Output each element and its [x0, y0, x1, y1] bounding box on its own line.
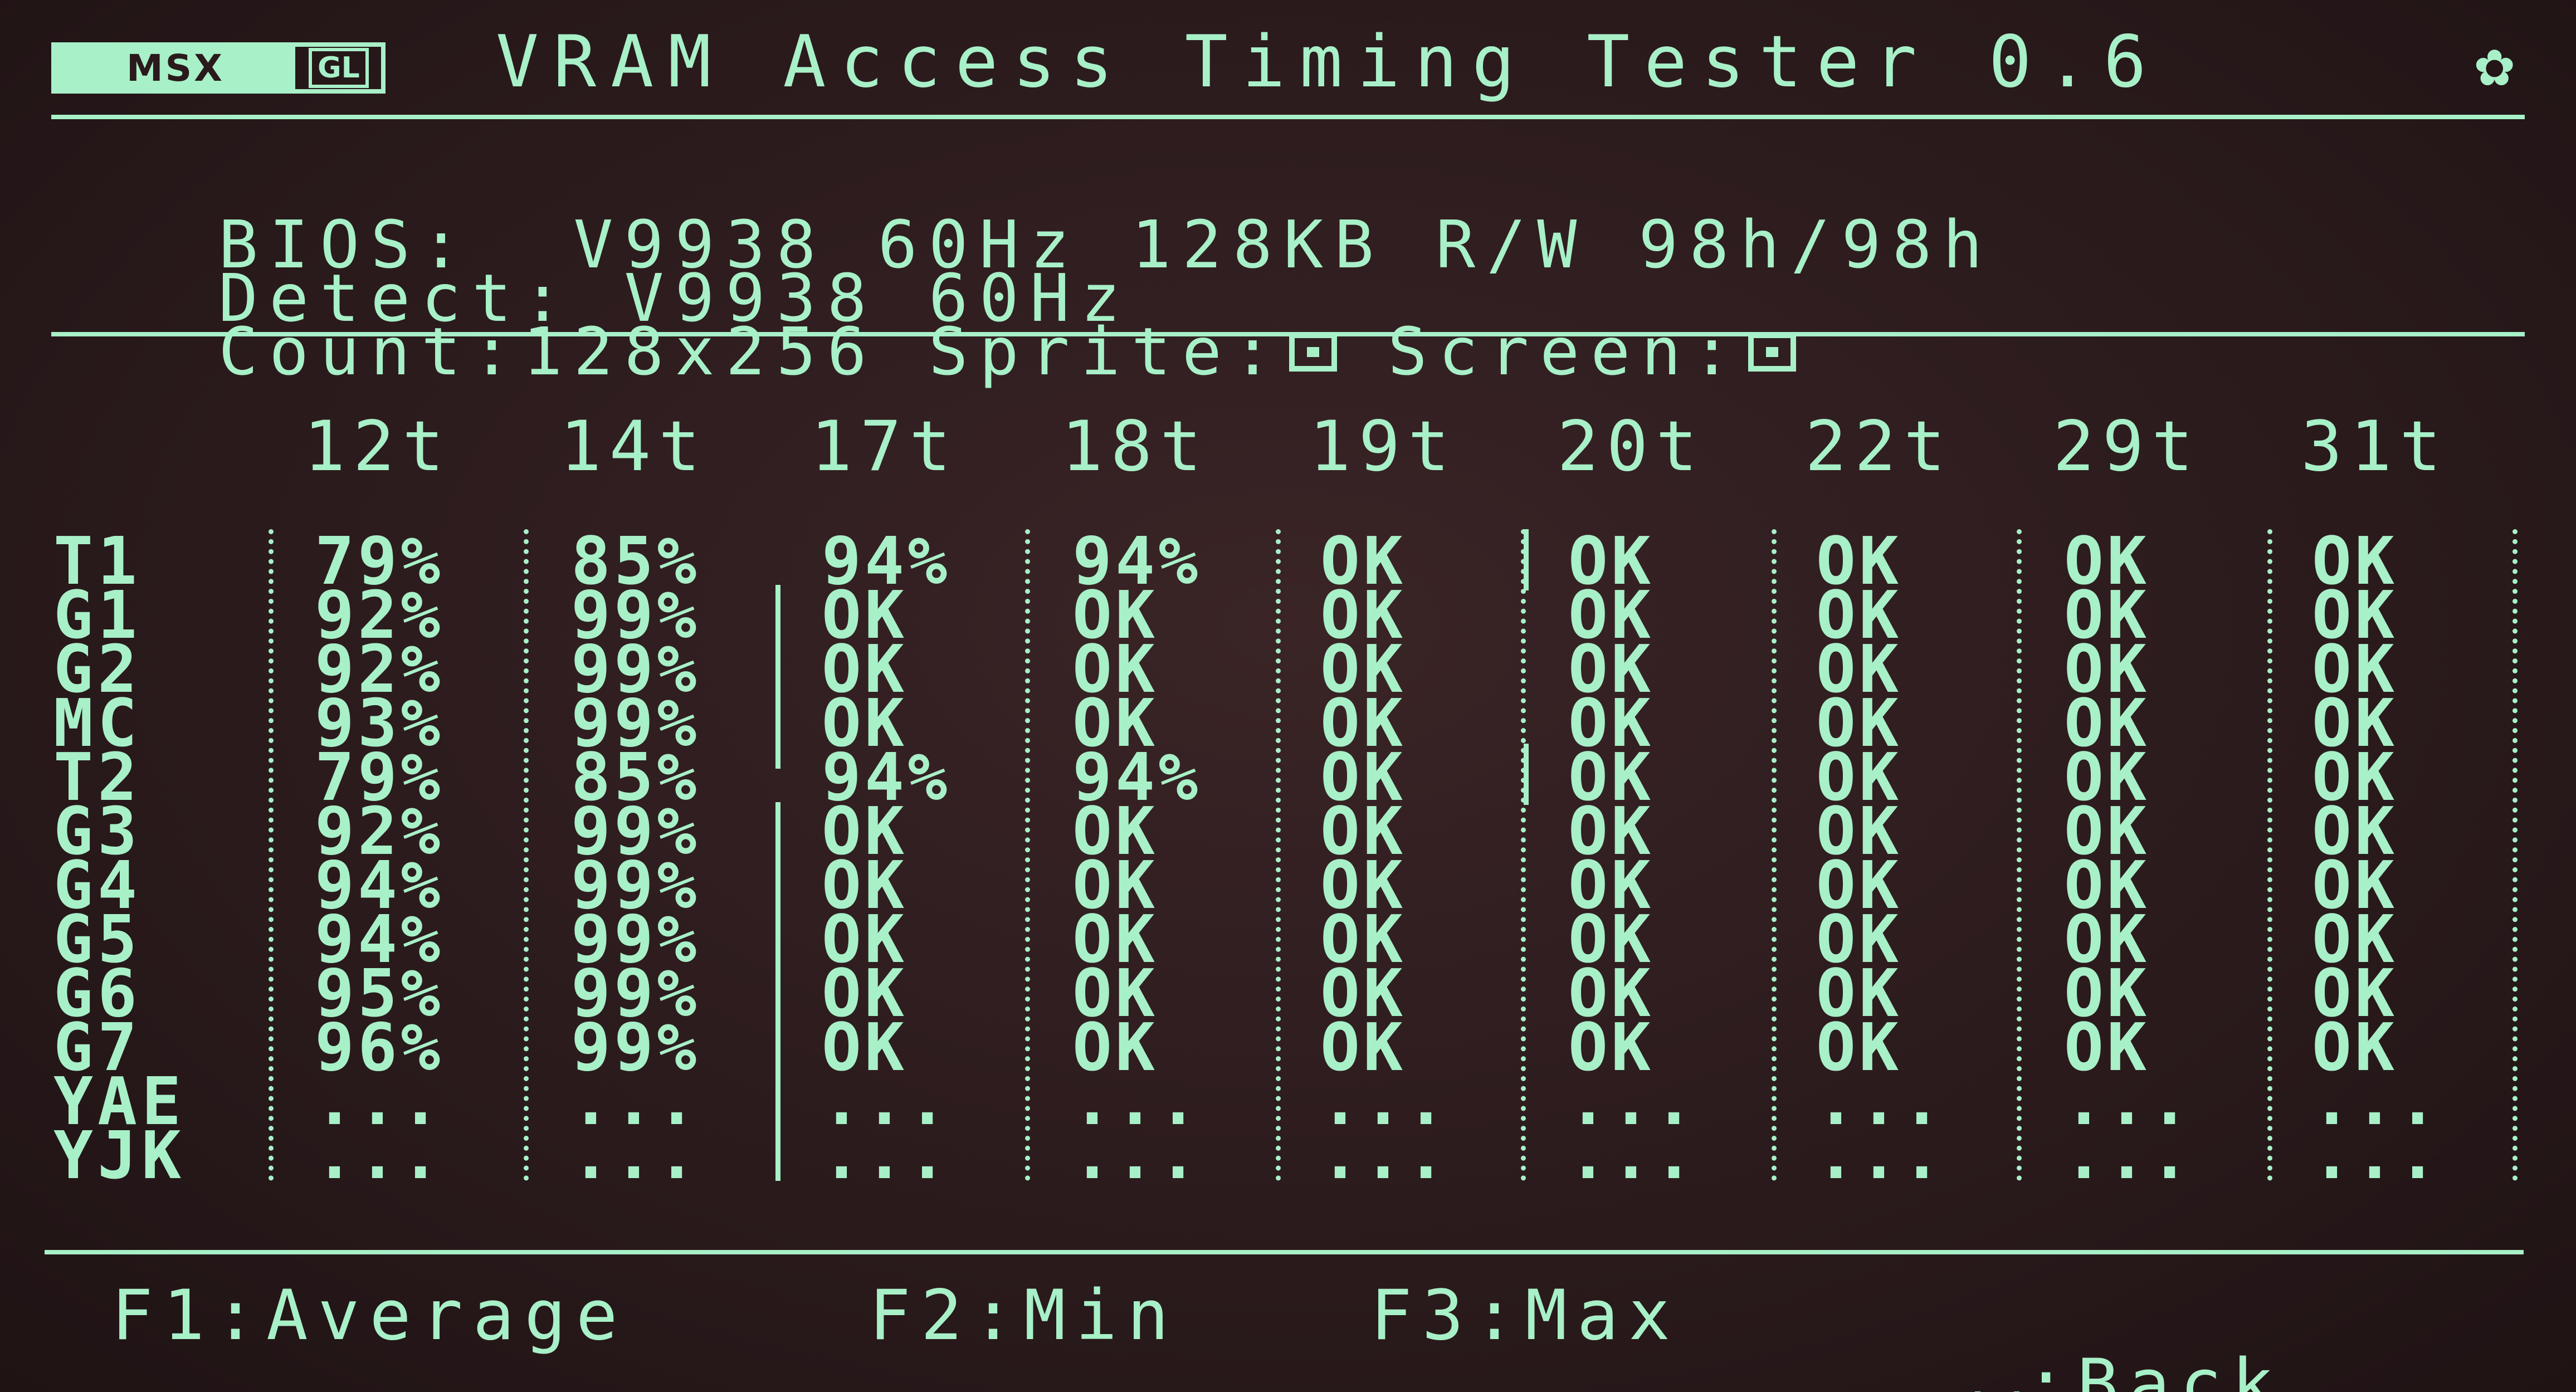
column-header: 18t	[1061, 407, 1209, 487]
info-divider	[51, 332, 2525, 336]
column-header: 19t	[1309, 407, 1457, 487]
table-cell: ...	[315, 1117, 444, 1194]
column-header: 22t	[1805, 407, 1953, 487]
table-cell: ...	[1568, 1117, 1697, 1194]
column-header: 17t	[811, 407, 959, 487]
app-title: VRAM Access Timing Tester 0.6	[496, 21, 2161, 104]
column-header: 14t	[560, 407, 708, 487]
column-header: 20t	[1557, 407, 1705, 487]
logo-sub-text: GL	[309, 48, 369, 88]
table-cell: ...	[1072, 1117, 1202, 1194]
column-separator	[1521, 529, 1526, 1181]
table-cell: ...	[822, 1117, 951, 1194]
column-separator	[269, 529, 274, 1181]
table-cell: ...	[571, 1117, 700, 1194]
screen-label: Screen:	[1388, 313, 1743, 390]
column-separator	[524, 529, 529, 1181]
f1-average-key[interactable]: F1:Average	[111, 1281, 628, 1350]
back-label: :Back	[2025, 1345, 2284, 1392]
logo-main-text: MSX	[56, 47, 295, 90]
table-cell: ...	[1320, 1117, 1450, 1194]
column-header: 12t	[304, 407, 452, 487]
count-label: Count:	[218, 313, 523, 390]
f2-min-key[interactable]: F2:Min	[869, 1281, 1179, 1350]
column-separator	[1276, 529, 1281, 1181]
table-cell: ...	[1816, 1117, 1945, 1194]
footer-divider	[45, 1250, 2524, 1254]
threshold-marker	[1524, 744, 1529, 805]
screen-toggle[interactable]	[1748, 332, 1797, 372]
count-value: 128x256	[523, 313, 878, 390]
header-divider	[51, 115, 2525, 119]
gear-icon[interactable]: ✿	[2473, 39, 2515, 97]
space-back-key[interactable]: :Back	[1872, 1281, 2284, 1392]
column-separator	[1772, 529, 1777, 1181]
f3-max-key[interactable]: F3:Max	[1370, 1281, 1680, 1350]
row-label: YJK	[53, 1117, 186, 1194]
column-separator	[2017, 529, 2022, 1181]
msx-gl-logo: MSX GL	[51, 42, 386, 94]
sprite-toggle[interactable]	[1289, 332, 1337, 372]
column-header: 29t	[2053, 407, 2201, 487]
table-cell: ...	[2064, 1117, 2193, 1194]
column-separator	[2512, 529, 2518, 1181]
sprite-label: Sprite:	[928, 313, 1284, 390]
threshold-marker	[1524, 529, 1529, 590]
threshold-marker	[775, 585, 780, 769]
threshold-marker	[775, 802, 780, 1181]
column-header: 31t	[2301, 407, 2449, 487]
count-line: Count:128x256 Sprite: Screen:	[117, 253, 1797, 384]
table-cell: ...	[2312, 1117, 2441, 1194]
column-separator	[1025, 529, 1030, 1181]
column-separator	[2267, 529, 2272, 1181]
